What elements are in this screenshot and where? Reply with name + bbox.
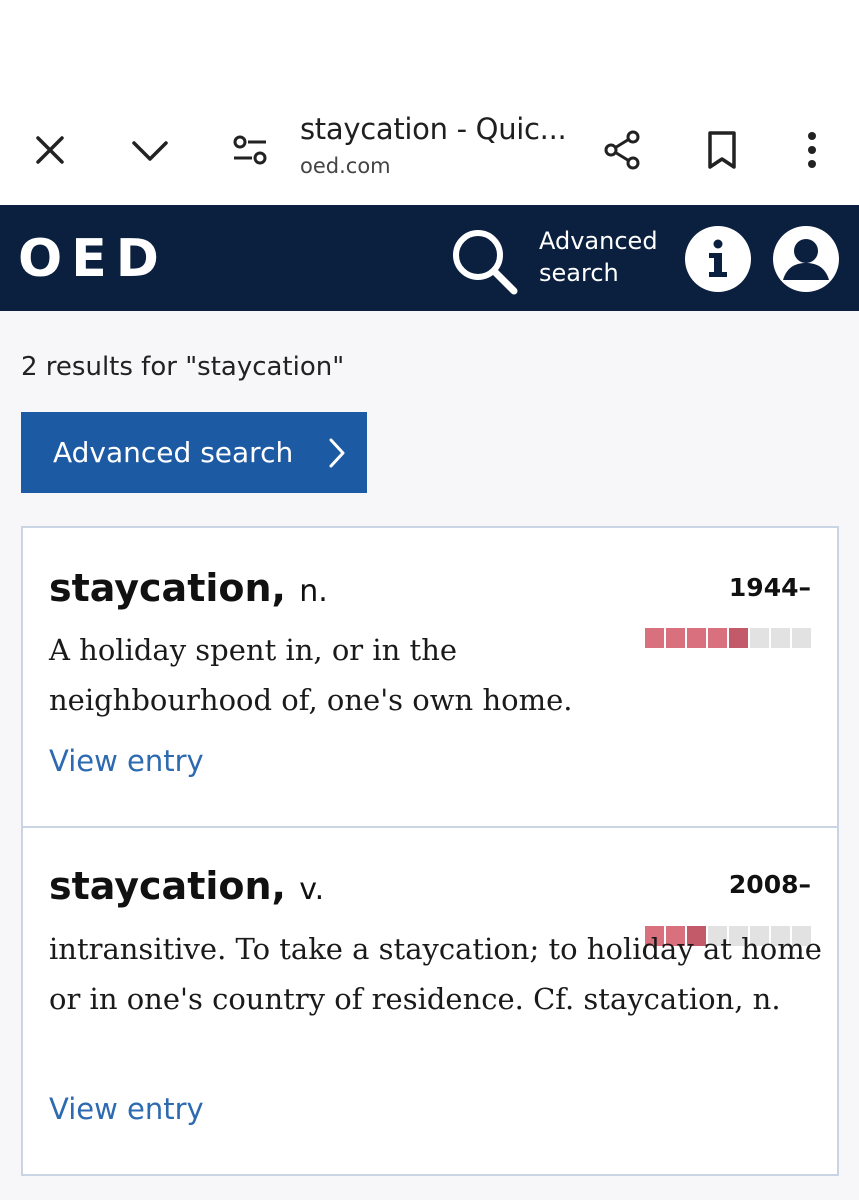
status-bar-area bbox=[0, 0, 859, 100]
frequency-segment bbox=[771, 628, 790, 648]
advanced-label: Advanced bbox=[539, 227, 658, 255]
bookmark-button[interactable] bbox=[690, 118, 754, 182]
close-tab-button[interactable] bbox=[18, 118, 82, 182]
headword-text: staycation, bbox=[49, 864, 286, 908]
headword[interactable]: staycation, n. bbox=[49, 566, 328, 610]
bookmark-icon bbox=[708, 131, 736, 169]
first-date: 2008– bbox=[728, 870, 811, 899]
definition: intransitive. To take a staycation; to h… bbox=[49, 932, 822, 1016]
search-label: search bbox=[539, 259, 619, 287]
result-entry: staycation, v. 2008– intransitive. To ta… bbox=[23, 826, 837, 1176]
results-list: staycation, n. 1944– A holiday spent in,… bbox=[21, 526, 839, 1176]
frequency-segment bbox=[708, 628, 727, 648]
part-of-speech: v. bbox=[299, 872, 325, 907]
frequency-segment bbox=[792, 628, 811, 648]
headword[interactable]: staycation, v. bbox=[49, 864, 324, 908]
view-entry-link[interactable]: View entry bbox=[49, 1092, 204, 1126]
more-menu-button[interactable] bbox=[780, 118, 844, 182]
headword-text: staycation, bbox=[49, 566, 286, 610]
chevron-down-icon bbox=[132, 141, 168, 161]
advanced-search-button-label: Advanced search bbox=[53, 436, 294, 469]
part-of-speech: n. bbox=[299, 574, 328, 609]
share-icon bbox=[604, 130, 640, 170]
page-title: staycation - Quic... bbox=[300, 112, 567, 146]
header-advanced-search-link[interactable]: Advanced search bbox=[539, 225, 658, 289]
site-settings-button[interactable] bbox=[218, 118, 282, 182]
frequency-segment bbox=[666, 628, 685, 648]
view-entry-link[interactable]: View entry bbox=[49, 744, 204, 778]
frequency-segment bbox=[750, 628, 769, 648]
account-button[interactable] bbox=[773, 226, 839, 292]
first-date: 1944– bbox=[728, 573, 811, 602]
site-header: OED Advanced search bbox=[0, 205, 859, 311]
info-button[interactable] bbox=[685, 226, 751, 292]
url-area[interactable]: staycation - Quic... oed.com bbox=[300, 112, 590, 192]
search-icon[interactable] bbox=[448, 225, 522, 299]
more-vert-icon bbox=[808, 132, 816, 168]
user-icon bbox=[783, 239, 829, 280]
browser-toolbar: staycation - Quic... oed.com bbox=[0, 100, 859, 205]
frequency-meter bbox=[645, 628, 811, 648]
definition: A holiday spent in, or in the neighbourh… bbox=[49, 633, 573, 717]
advanced-search-button[interactable]: Advanced search bbox=[21, 412, 367, 493]
page-domain: oed.com bbox=[300, 154, 391, 178]
frequency-segment bbox=[729, 628, 748, 648]
chevron-right-icon bbox=[329, 438, 345, 468]
frequency-segment bbox=[687, 628, 706, 648]
share-button[interactable] bbox=[590, 118, 654, 182]
collapse-button[interactable] bbox=[118, 118, 182, 182]
result-entry: staycation, n. 1944– A holiday spent in,… bbox=[23, 528, 837, 826]
tune-icon bbox=[233, 135, 267, 165]
close-icon bbox=[36, 136, 64, 164]
oed-logo[interactable]: OED bbox=[18, 229, 168, 289]
info-icon bbox=[709, 239, 727, 277]
results-count: 2 results for "staycation" bbox=[21, 352, 345, 382]
